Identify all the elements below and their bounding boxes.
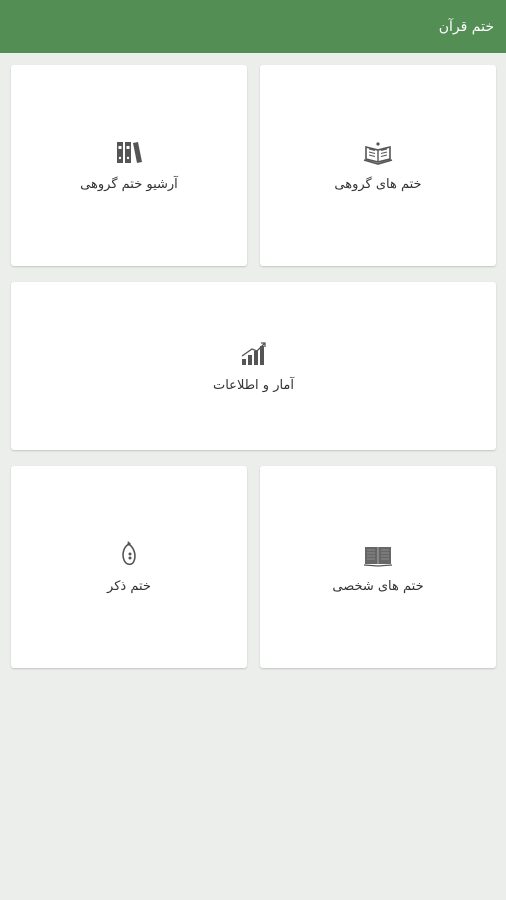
group-archive-label: آرشیو ختم گروهی [80, 177, 178, 192]
group-khatm-label: ختم های گروهی [334, 177, 422, 192]
dhikr-khatm-card[interactable]: ختم ذکر [11, 466, 247, 668]
personal-khatm-card[interactable]: ختم های شخصی [260, 466, 496, 668]
binders-icon [117, 142, 142, 163]
app-bar: ختم قرآن [0, 0, 506, 53]
open-book-icon [363, 546, 393, 567]
prayer-beads-icon [122, 540, 136, 565]
group-archive-card[interactable]: آرشیو ختم گروهی [11, 65, 247, 266]
stats-label: آمار و اطلاعات [212, 377, 295, 393]
dhikr-khatm-label: ختم ذکر [107, 578, 151, 594]
open-quran-icon [363, 142, 393, 165]
group-khatm-card[interactable]: ختم های گروهی [260, 65, 496, 266]
personal-khatm-label: ختم های شخصی [332, 578, 424, 594]
app-title: ختم قرآن [438, 18, 494, 35]
stats-card[interactable]: آمار و اطلاعات [11, 282, 496, 450]
bar-chart-icon [241, 341, 266, 365]
